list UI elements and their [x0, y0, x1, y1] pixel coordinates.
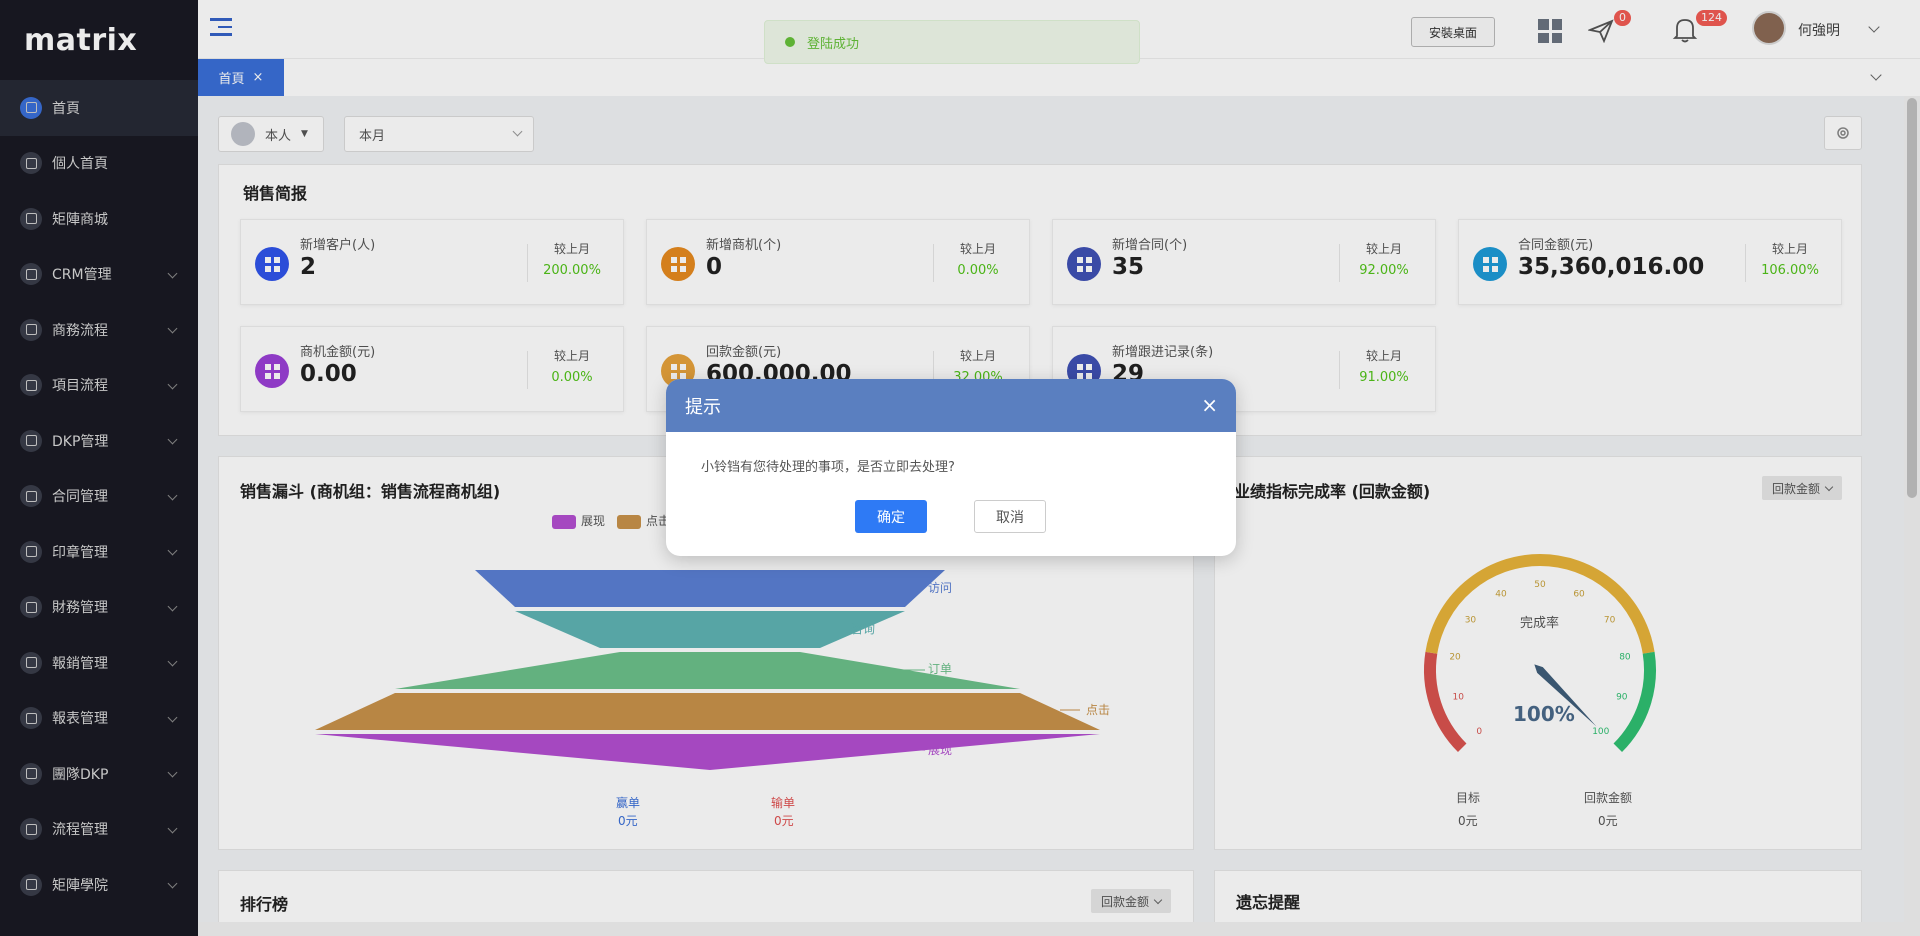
confirm-button[interactable]: 确定 [855, 500, 927, 533]
close-icon[interactable]: × [1201, 393, 1218, 417]
dialog-message: 小铃铛有您待处理的事项，是否立即去处理? [701, 460, 955, 475]
dialog-header: 提示 × [666, 379, 1236, 432]
prompt-dialog: 提示 × 小铃铛有您待处理的事项，是否立即去处理? 确定 取消 [666, 379, 1236, 556]
cancel-button[interactable]: 取消 [974, 500, 1046, 533]
dialog-title: 提示 [685, 396, 721, 418]
